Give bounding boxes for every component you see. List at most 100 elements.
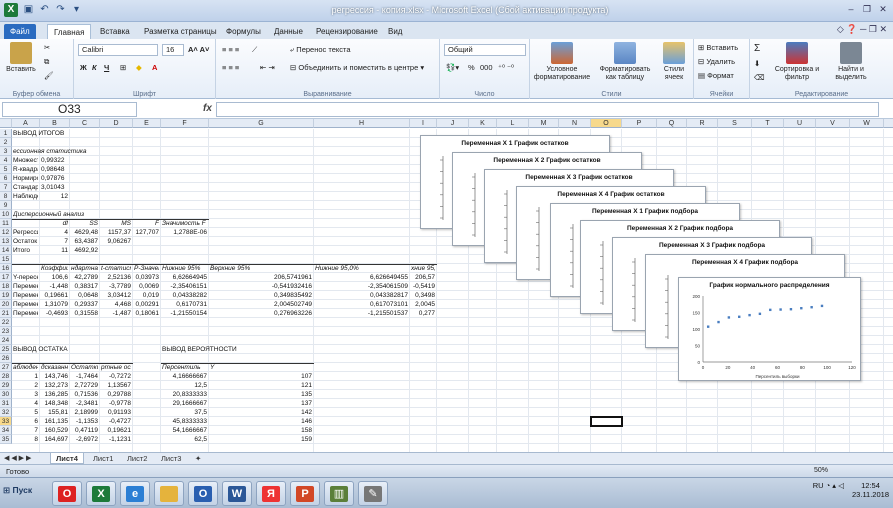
cell-E17[interactable]: 0,03973 bbox=[134, 273, 160, 282]
column-header[interactable]: P bbox=[622, 119, 657, 128]
align-left-icon[interactable]: ≡ ≡ ≡ bbox=[222, 63, 239, 72]
column-header[interactable]: G bbox=[209, 119, 314, 128]
cell-F35[interactable]: 62,5 bbox=[162, 435, 207, 444]
cell-D28[interactable]: -0,7272 bbox=[101, 372, 131, 381]
column-header[interactable]: E bbox=[133, 119, 161, 128]
row-header[interactable]: 13 bbox=[0, 237, 12, 246]
row-header[interactable]: 16 bbox=[0, 264, 12, 273]
cell-F17[interactable]: 6,62664945 bbox=[162, 273, 207, 282]
cell-D31[interactable]: -0,9778 bbox=[101, 399, 131, 408]
cell-A33[interactable]: 6 bbox=[13, 417, 38, 426]
cell-A7[interactable]: Стандарт bbox=[13, 183, 38, 192]
cell-A10[interactable]: Дисперсионный анализ bbox=[13, 210, 213, 219]
cell-E21[interactable]: 0,18061 bbox=[134, 309, 160, 318]
font-size-combo[interactable]: 16 bbox=[162, 44, 184, 56]
cell-F20[interactable]: 0,6170731 bbox=[162, 300, 207, 309]
taskbar-excel-icon[interactable]: X bbox=[86, 481, 116, 506]
cell-G34[interactable]: 158 bbox=[210, 426, 312, 435]
cell-G30[interactable]: 135 bbox=[210, 390, 312, 399]
cell-H17[interactable]: 6,626649455 bbox=[315, 273, 408, 282]
cell-C35[interactable]: -2,6972 bbox=[71, 435, 98, 444]
align-top-icon[interactable]: ≡ ≡ ≡ bbox=[222, 45, 239, 54]
cell-A18[interactable]: Перемен bbox=[13, 282, 38, 291]
cell-A1[interactable]: ВЫВОД ИТОГОВ bbox=[13, 129, 213, 138]
indent-icon[interactable]: ⇤ ⇥ bbox=[260, 63, 275, 72]
cell-C11[interactable]: SS bbox=[71, 219, 98, 228]
taskbar-powerpoint-icon[interactable]: P bbox=[290, 481, 320, 506]
cell-F21[interactable]: -1,21550154 bbox=[162, 309, 207, 318]
row-header[interactable]: 4 bbox=[0, 156, 12, 165]
cell-A29[interactable]: 2 bbox=[13, 381, 38, 390]
cell-G32[interactable]: 142 bbox=[210, 408, 312, 417]
cell-C29[interactable]: 2,72729 bbox=[71, 381, 99, 390]
cell-F16[interactable]: Нижние 95% bbox=[162, 264, 207, 273]
cell-C18[interactable]: 0,38317 bbox=[71, 282, 99, 291]
cell-B35[interactable]: 164,697 bbox=[41, 435, 69, 444]
cell-G17[interactable]: 206,5741961 bbox=[210, 273, 312, 282]
cell-D20[interactable]: 4,468 bbox=[101, 300, 131, 309]
cell-H19[interactable]: 0,043382817 bbox=[315, 291, 408, 300]
sort-filter-button[interactable]: Сортировка и фильтр bbox=[772, 42, 822, 82]
column-header[interactable]: D bbox=[100, 119, 133, 128]
tab-review[interactable]: Рецензирование bbox=[310, 24, 384, 39]
cell-G18[interactable]: -0,541932416 bbox=[210, 282, 312, 291]
insert-function-icon[interactable]: fx bbox=[203, 103, 212, 114]
cell-F19[interactable]: 0,04338282 bbox=[162, 291, 207, 300]
cell-G27[interactable]: Y bbox=[210, 363, 312, 372]
tab-file[interactable]: Файл bbox=[4, 24, 36, 39]
underline-button[interactable]: Ч bbox=[104, 63, 109, 72]
cell-F34[interactable]: 54,1666667 bbox=[162, 426, 207, 435]
sheet-nav-buttons[interactable]: ◀ ◀ ▶ ▶ bbox=[4, 454, 31, 462]
cell-D11[interactable]: MS bbox=[101, 219, 131, 228]
row-header[interactable]: 6 bbox=[0, 174, 12, 183]
cell-A13[interactable]: Остаток bbox=[13, 237, 38, 246]
cell-A8[interactable]: Наблюде bbox=[13, 192, 38, 201]
restore-button[interactable]: ❐ bbox=[861, 3, 873, 15]
cell-A17[interactable]: Y-пересеч bbox=[13, 273, 38, 282]
column-header[interactable]: V bbox=[816, 119, 850, 128]
normal-probability-chart[interactable]: График нормального распределения 0 50 100 15… bbox=[678, 277, 861, 381]
cell-F11[interactable]: Значимость F bbox=[162, 219, 207, 228]
row-header[interactable]: 5 bbox=[0, 165, 12, 174]
cell-C13[interactable]: 63,4387 bbox=[71, 237, 99, 246]
cell-B18[interactable]: -1,448 bbox=[41, 282, 68, 291]
taskbar-folder-icon[interactable] bbox=[154, 481, 184, 506]
column-header[interactable]: K bbox=[469, 119, 497, 128]
cell-E12[interactable]: 127,707 bbox=[134, 228, 160, 237]
cell-D21[interactable]: -1,487 bbox=[101, 309, 131, 318]
cell-F18[interactable]: -2,35406151 bbox=[162, 282, 207, 291]
cell-B16[interactable]: Коэффициенты bbox=[41, 264, 68, 273]
delete-cells-button[interactable]: ⊟ Удалить bbox=[698, 57, 735, 66]
cell-A3[interactable]: ессионная статистика bbox=[13, 147, 213, 156]
cell-G29[interactable]: 121 bbox=[210, 381, 312, 390]
cell-B13[interactable]: 7 bbox=[41, 237, 68, 246]
tab-home[interactable]: Главная bbox=[47, 24, 92, 39]
row-header[interactable]: 2 bbox=[0, 138, 12, 147]
cell-I18[interactable]: -0,5419 bbox=[411, 282, 435, 291]
cell-F33[interactable]: 45,8333333 bbox=[162, 417, 207, 426]
cell-G33[interactable]: 146 bbox=[210, 417, 312, 426]
cell-B4[interactable]: 0,99322 bbox=[41, 156, 68, 165]
decimal-icon[interactable]: ⁺⁰ ⁻⁰ bbox=[498, 63, 514, 72]
cell-D29[interactable]: 1,13567 bbox=[101, 381, 132, 390]
cut-icon[interactable]: ✂ bbox=[44, 43, 50, 52]
row-header[interactable]: 27 bbox=[0, 363, 12, 372]
cell-G20[interactable]: 2,004502749 bbox=[210, 300, 312, 309]
cell-C30[interactable]: 0,71536 bbox=[71, 390, 99, 399]
cell-B14[interactable]: 11 bbox=[41, 246, 68, 255]
cell-F32[interactable]: 37,5 bbox=[162, 408, 207, 417]
cell-A34[interactable]: 7 bbox=[13, 426, 38, 435]
cell-E11[interactable]: F bbox=[134, 219, 159, 228]
cell-A6[interactable]: Нормиро bbox=[13, 174, 38, 183]
row-header[interactable]: 10 bbox=[0, 210, 12, 219]
cell-styles-button[interactable]: Стили ячеек bbox=[656, 42, 692, 82]
column-header[interactable]: O bbox=[591, 119, 622, 128]
taskbar-word-icon[interactable]: W bbox=[222, 481, 252, 506]
copy-icon[interactable]: ⧉ bbox=[44, 57, 49, 67]
row-header[interactable]: 3 bbox=[0, 147, 12, 156]
insert-sheet-icon[interactable]: ✦ bbox=[190, 453, 206, 464]
column-header[interactable]: U bbox=[784, 119, 816, 128]
cell-G21[interactable]: 0,276963226 bbox=[210, 309, 312, 318]
cell-D13[interactable]: 9,06267 bbox=[101, 237, 132, 246]
active-cell-outline[interactable] bbox=[590, 416, 623, 427]
